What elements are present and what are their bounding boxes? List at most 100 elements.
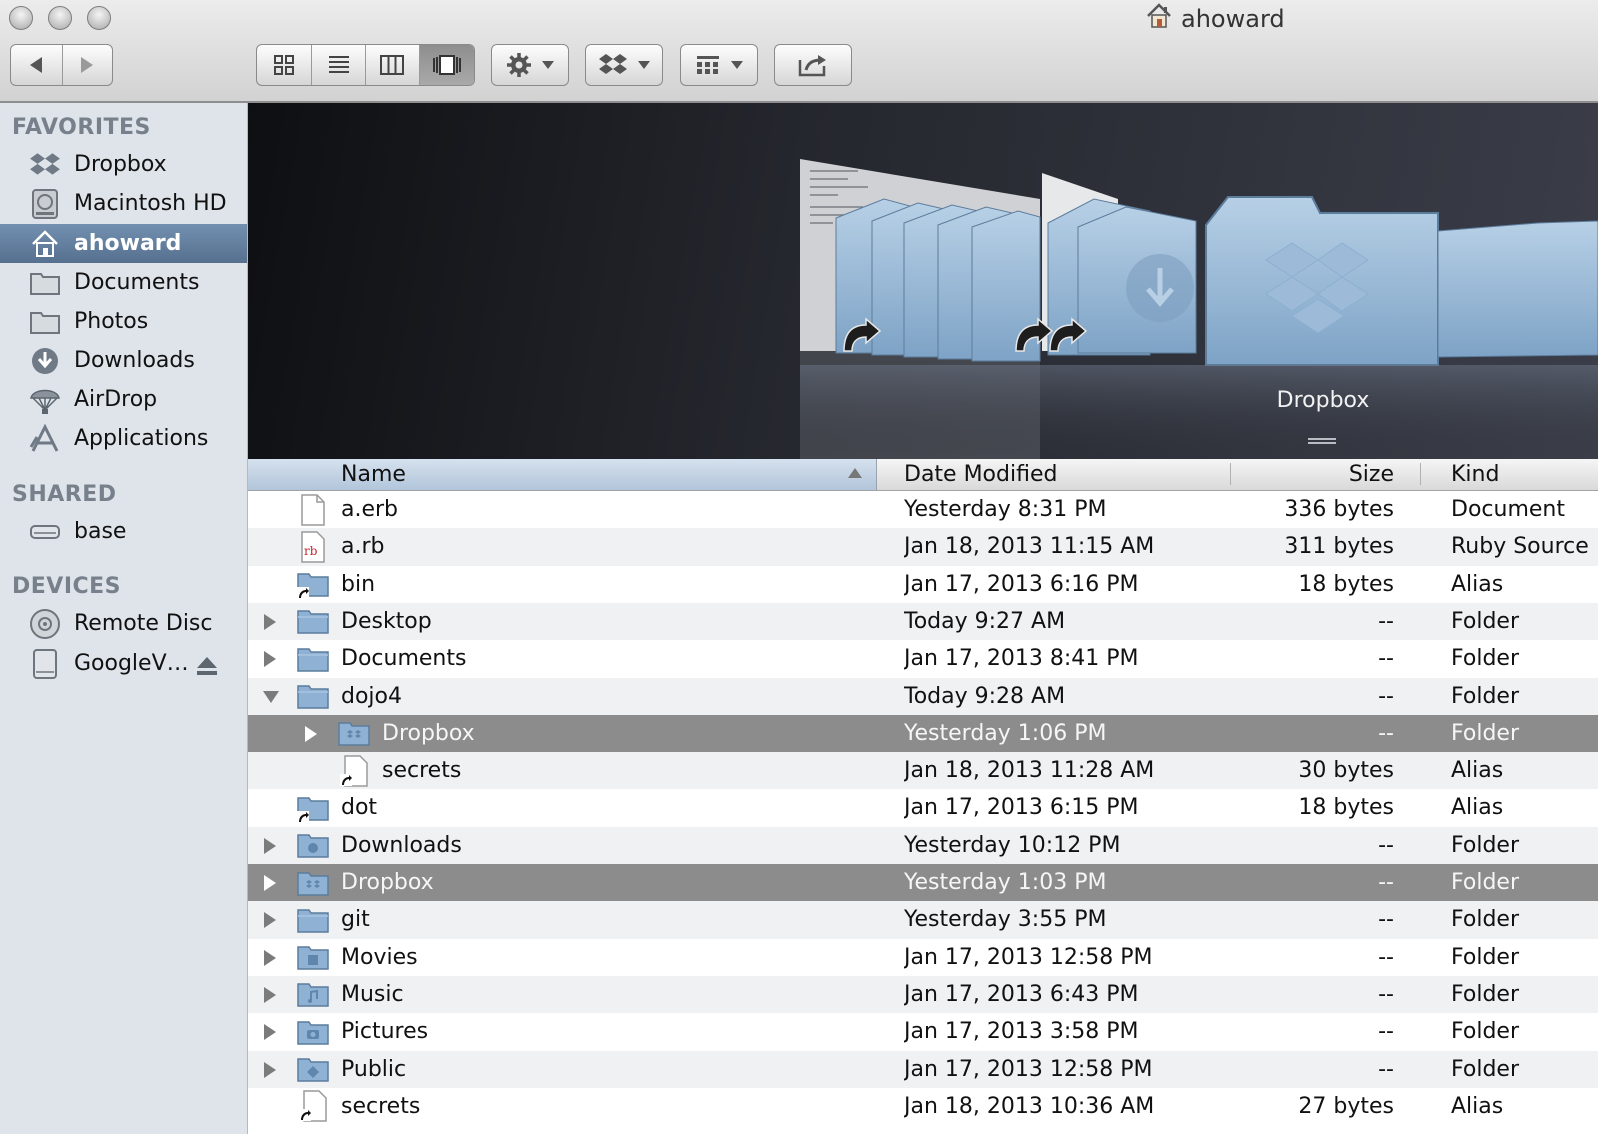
disclosure-closed-icon[interactable] [305, 725, 317, 742]
shared-heading: SHARED [12, 482, 117, 507]
disclosure-closed-icon[interactable] [264, 986, 276, 1003]
file-size: 30 bytes [1298, 758, 1394, 784]
file-date-modified: Jan 18, 2013 11:28 AM [904, 758, 1155, 784]
sidebar-item-dropbox[interactable]: Dropbox [0, 145, 247, 184]
table-row[interactable]: dojo4 Today 9:28 AM -- Folder [248, 677, 1598, 715]
disclosure-closed-icon[interactable] [264, 949, 276, 966]
sidebar-item-base[interactable]: base [0, 512, 247, 551]
dropbox-folder-icon [337, 717, 371, 750]
folder-icon [296, 642, 330, 675]
sidebar-item-airdrop[interactable]: AirDrop [0, 380, 247, 419]
table-row[interactable]: secrets Jan 18, 2013 10:36 AM 27 bytes Alia… [248, 1088, 1598, 1125]
window-title: ahoward [1145, 2, 1285, 36]
file-date-modified: Today 9:28 AM [904, 683, 1066, 709]
table-row[interactable]: bin Jan 17, 2013 6:16 PM 18 bytes Alias [248, 566, 1598, 603]
table-row[interactable]: dot Jan 17, 2013 6:15 PM 18 bytes Alias [248, 789, 1598, 826]
file-kind: Folder [1451, 981, 1519, 1007]
disclosure-closed-icon[interactable] [264, 1061, 276, 1078]
column-header-date-label: Date Modified [904, 462, 1058, 487]
disclosure-closed-icon[interactable] [264, 875, 276, 891]
sidebar-item-label: Dropbox [74, 152, 167, 177]
back-arrow-icon [30, 57, 43, 73]
table-row[interactable]: Music Jan 17, 2013 6:43 PM -- Folder [248, 975, 1598, 1014]
dropbox-menu-button[interactable] [585, 44, 663, 86]
chevron-down-icon [731, 61, 743, 69]
zoom-window-button[interactable] [87, 6, 111, 30]
sidebar-item-label: Remote Disc [74, 611, 213, 636]
table-row[interactable]: git Yesterday 3:55 PM -- Folder [248, 901, 1598, 939]
sidebar-item-macintosh-hd[interactable]: Macintosh HD [0, 184, 247, 223]
file-name: Downloads [341, 832, 462, 858]
arrange-menu-button[interactable] [680, 44, 758, 86]
table-row[interactable]: rb a.rb Jan 18, 2013 11:15 AM 311 bytes Ruby… [248, 528, 1598, 566]
file-kind: Ruby Source [1451, 534, 1589, 560]
column-view-icon [380, 55, 405, 75]
minimize-window-button[interactable] [48, 6, 72, 30]
folder-icon [28, 305, 62, 339]
file-name: a.erb [341, 497, 399, 522]
external-drive-icon [28, 647, 62, 681]
disclosure-closed-icon[interactable] [264, 1024, 276, 1041]
sidebar-item-googlev[interactable]: GoogleV… [0, 644, 247, 683]
close-window-button[interactable] [9, 6, 33, 30]
file-kind: Folder [1451, 1056, 1519, 1082]
file-date-modified: Jan 17, 2013 6:16 PM [904, 571, 1139, 597]
gear-icon [507, 53, 531, 77]
column-divider[interactable] [1420, 463, 1421, 485]
disclosure-closed-icon[interactable] [264, 613, 276, 630]
folder-icon [296, 605, 330, 638]
column-divider[interactable] [1230, 463, 1231, 485]
sidebar-item-remote-disc[interactable]: Remote Disc [0, 604, 247, 643]
table-row[interactable]: secrets Jan 18, 2013 11:28 AM 30 bytes Alia… [248, 752, 1598, 790]
eject-icon[interactable] [196, 656, 218, 682]
table-row[interactable]: Desktop Today 9:27 AM -- Folder [248, 602, 1598, 641]
file-size: -- [1378, 683, 1394, 709]
table-row[interactable]: a.erb Yesterday 8:31 PM 336 bytes Document [248, 491, 1598, 528]
disclosure-closed-icon[interactable] [264, 912, 276, 929]
icon-view-icon [274, 55, 295, 75]
table-row[interactable]: Public Jan 17, 2013 12:58 PM -- Folder [248, 1050, 1598, 1088]
disclosure-closed-icon[interactable] [264, 837, 276, 854]
list-view-button[interactable] [311, 45, 365, 85]
icon-view-button[interactable] [257, 45, 311, 85]
column-header-name[interactable]: Name [248, 459, 877, 490]
file-kind: Alias [1451, 571, 1504, 597]
table-row[interactable]: Downloads Yesterday 10:12 PM -- Folder [248, 826, 1598, 864]
share-button[interactable] [774, 44, 852, 86]
column-header-kind-label: Kind [1451, 462, 1500, 487]
back-button[interactable] [11, 45, 62, 85]
column-view-button[interactable] [365, 45, 419, 85]
network-drive-icon [28, 515, 62, 549]
file-date-modified: Yesterday 1:03 PM [904, 870, 1107, 895]
disclosure-closed-icon[interactable] [264, 651, 276, 668]
column-header-kind[interactable]: Kind [1451, 459, 1598, 490]
table-row[interactable]: Pictures Jan 17, 2013 3:58 PM -- Folder [248, 1013, 1598, 1050]
file-date-modified: Jan 17, 2013 6:43 PM [904, 981, 1139, 1007]
table-row[interactable]: Movies Jan 17, 2013 12:58 PM -- Folder [248, 939, 1598, 976]
file-date-modified: Jan 17, 2013 12:58 PM [904, 944, 1153, 970]
cover-flow-icon [432, 55, 461, 75]
column-header-size[interactable]: Size [1238, 459, 1394, 490]
disclosure-open-icon[interactable] [263, 690, 279, 703]
arrange-grid-icon [697, 56, 719, 74]
column-header-date[interactable]: Date Modified [904, 459, 1224, 490]
cover-flow-area[interactable]: Dropbox [248, 103, 1598, 459]
file-date-modified: Jan 17, 2013 8:41 PM [904, 646, 1139, 672]
file-kind: Folder [1451, 646, 1519, 672]
sidebar-item-documents[interactable]: Documents [0, 263, 247, 302]
file-name: dojo4 [341, 683, 402, 709]
file-date-modified: Yesterday 10:12 PM [904, 832, 1121, 858]
sidebar-item-applications[interactable]: Applications [0, 419, 247, 458]
sidebar-item-ahoward[interactable]: ahoward [0, 224, 247, 263]
forward-button[interactable] [61, 45, 113, 85]
sidebar-item-label: AirDrop [74, 387, 158, 412]
table-row[interactable]: Documents Jan 17, 2013 8:41 PM -- Folder [248, 640, 1598, 677]
sidebar-item-photos[interactable]: Photos [0, 302, 247, 341]
action-menu-button[interactable] [491, 44, 569, 86]
alias-file-icon [337, 754, 371, 787]
sidebar-item-downloads[interactable]: Downloads [0, 341, 247, 380]
table-row[interactable]: Dropbox Yesterday 1:03 PM -- Folder [248, 864, 1598, 902]
table-row[interactable]: Dropbox Yesterday 1:06 PM -- Folder [248, 714, 1598, 753]
list-view-icon [328, 56, 349, 73]
cover-flow-view-button[interactable] [418, 45, 474, 85]
